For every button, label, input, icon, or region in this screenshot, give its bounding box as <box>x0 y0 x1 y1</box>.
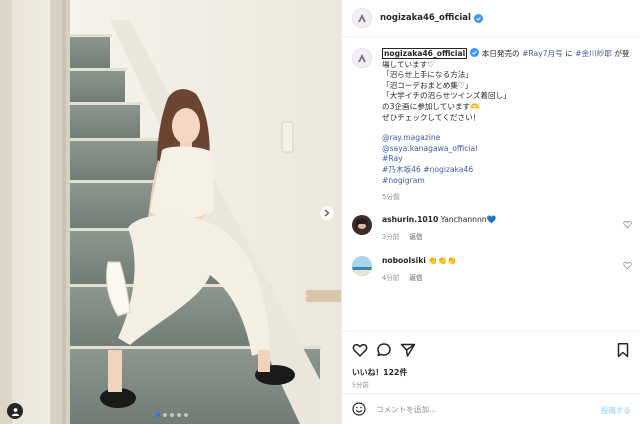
heart-icon[interactable] <box>623 261 632 270</box>
caption-username[interactable]: nogizaka46_official <box>382 48 468 59</box>
comment-item: ashurin.1010 Yanchannnn💙 3分前 返信 <box>352 215 638 242</box>
post-header: nogizaka46_official <box>342 0 640 37</box>
reply-button[interactable]: 返信 <box>409 233 422 241</box>
caption-line: 「沼らせ上手になる方法」 <box>382 70 473 80</box>
carousel-dot <box>177 413 181 417</box>
caption-line-1: nogizaka46_official 本日発売の #Ray7月号 に #金川紗… <box>382 48 632 60</box>
verified-badge-icon <box>470 48 480 57</box>
post-comment-button[interactable]: 投稿する <box>601 405 631 416</box>
caption-text: nogizaka46_official 本日発売の #Ray7月号 に #金川紗… <box>382 48 632 203</box>
bookmark-icon[interactable] <box>615 342 631 358</box>
caption-text-segment: 本日発売の <box>481 49 520 58</box>
hashtag-link[interactable]: #nogigram <box>382 176 632 187</box>
user-icon <box>11 407 19 416</box>
chevron-right-icon <box>324 209 330 217</box>
post-caption: nogizaka46_official 本日発売の #Ray7月号 に #金川紗… <box>352 48 632 203</box>
comment-text: 👏👏👏 <box>428 256 457 265</box>
comment-item: noboolsiki 👏👏👏 4分前 返信 <box>352 256 638 283</box>
carousel-dot-active <box>156 413 160 417</box>
post-photo[interactable] <box>0 0 341 424</box>
carousel-dot <box>170 413 174 417</box>
comment-text: Yanchannnn💙 <box>440 215 497 224</box>
caption-timestamp: 5分前 <box>382 193 400 202</box>
instagram-post: nogizaka46_official nogizaka46_official <box>0 0 640 424</box>
avatar-image <box>352 215 372 235</box>
like-heart-icon[interactable] <box>352 342 368 358</box>
commenter-username[interactable]: noboolsiki <box>382 256 426 265</box>
post-actions: いいね！122件 5分前 <box>342 331 640 391</box>
nogizaka-logo-icon <box>358 14 366 22</box>
nogizaka-logo-icon <box>358 54 366 62</box>
comment-time: 4分前 <box>382 274 400 282</box>
commenter-username[interactable]: ashurin.1010 <box>382 215 438 224</box>
post-details-panel: nogizaka46_official nogizaka46_official <box>341 0 640 424</box>
hashtag-link[interactable]: #乃木坂46 #nogizaka46 <box>382 165 632 176</box>
avatar-image <box>352 256 372 276</box>
comments-section[interactable]: nogizaka46_official 本日発売の #Ray7月号 に #金川紗… <box>342 38 640 331</box>
comment-input[interactable] <box>376 404 596 414</box>
comment-body: noboolsiki 👏👏👏 4分前 返信 <box>382 256 622 283</box>
carousel-dot <box>163 413 167 417</box>
share-send-icon[interactable] <box>400 342 416 358</box>
heart-icon[interactable] <box>623 220 632 229</box>
carousel-dot <box>184 413 188 417</box>
mention-link[interactable]: @saya.kanagawa_official <box>382 144 632 155</box>
comment-composer: 投稿する <box>342 393 640 424</box>
verified-badge-icon <box>473 13 483 23</box>
emoji-icon[interactable] <box>352 402 366 416</box>
post-timestamp: 5分前 <box>352 381 369 389</box>
comment-time: 3分前 <box>382 233 400 241</box>
hashtag-link[interactable]: #Ray7月号 <box>522 49 563 58</box>
caption-text-segment: が登 <box>614 49 630 58</box>
commenter-avatar[interactable] <box>352 256 372 276</box>
caption-text-segment: に <box>565 49 573 58</box>
account-username[interactable]: nogizaka46_official <box>380 13 471 23</box>
carousel-indicator <box>156 413 188 417</box>
caption-line: 「沼コーデおまとめ集♡」 <box>382 80 473 90</box>
caption-line: 「大学イチの沼らせツインズ着回し」 <box>382 91 511 101</box>
commenter-avatar[interactable] <box>352 215 372 235</box>
like-count[interactable]: いいね！122件 <box>352 367 407 378</box>
caption-avatar[interactable] <box>352 48 372 68</box>
tagged-users-button[interactable] <box>7 403 23 419</box>
comment-body: ashurin.1010 Yanchannnn💙 3分前 返信 <box>382 215 622 242</box>
account-avatar[interactable] <box>352 8 372 28</box>
mention-link[interactable]: @ray.magazine <box>382 133 632 144</box>
caption-line: の3企画に参加しています🫶 <box>382 101 480 111</box>
caption-line: ぜひチェックしてください！ <box>382 112 481 122</box>
comment-bubble-icon[interactable] <box>376 342 392 358</box>
next-slide-button[interactable] <box>320 206 334 220</box>
hashtag-link[interactable]: #Ray <box>382 154 632 165</box>
reply-button[interactable]: 返信 <box>409 274 422 282</box>
hashtag-link[interactable]: #金川紗耶 <box>575 49 612 58</box>
caption-line-2: 場しています♡ <box>382 59 435 69</box>
photo-scene <box>0 0 341 424</box>
